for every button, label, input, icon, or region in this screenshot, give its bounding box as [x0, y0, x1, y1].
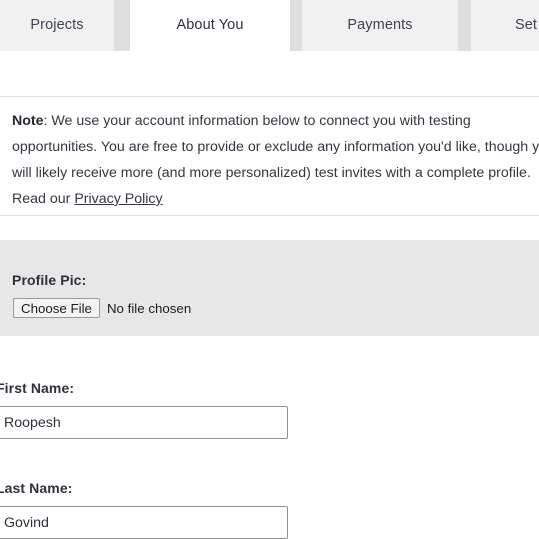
choose-file-button[interactable]: Choose File: [13, 298, 100, 318]
privacy-policy-link[interactable]: Privacy Policy: [74, 191, 162, 207]
first-name-input[interactable]: [0, 406, 288, 439]
divider-above-note: [0, 96, 539, 97]
last-name-input[interactable]: [0, 506, 288, 539]
tab-settings[interactable]: Set: [471, 0, 539, 51]
tab-about-you[interactable]: About You: [130, 0, 290, 51]
tab-projects[interactable]: Projects: [0, 0, 114, 51]
profile-pic-label: Profile Pic:: [12, 272, 87, 288]
divider-below-note: [0, 215, 539, 216]
last-name-label: Last Name:: [0, 480, 73, 496]
tab-payments-label: Payments: [347, 17, 413, 34]
tab-payments[interactable]: Payments: [302, 0, 458, 51]
note-lead-label: Note: [12, 113, 44, 129]
profile-pic-file-input[interactable]: Choose File No file chosen: [13, 298, 191, 318]
tab-projects-label: Projects: [30, 17, 84, 34]
tab-about-you-label: About You: [176, 17, 244, 34]
file-chosen-status: No file chosen: [106, 300, 192, 316]
tab-bar: Projects About You Payments Set: [0, 0, 539, 51]
first-name-label: First Name:: [0, 380, 75, 396]
about-you-page: Projects About You Payments Set Note: We…: [0, 0, 539, 539]
account-info-note: Note: We use your account information be…: [12, 108, 539, 212]
profile-pic-panel: [0, 240, 539, 336]
tab-settings-label: Set: [514, 17, 538, 34]
